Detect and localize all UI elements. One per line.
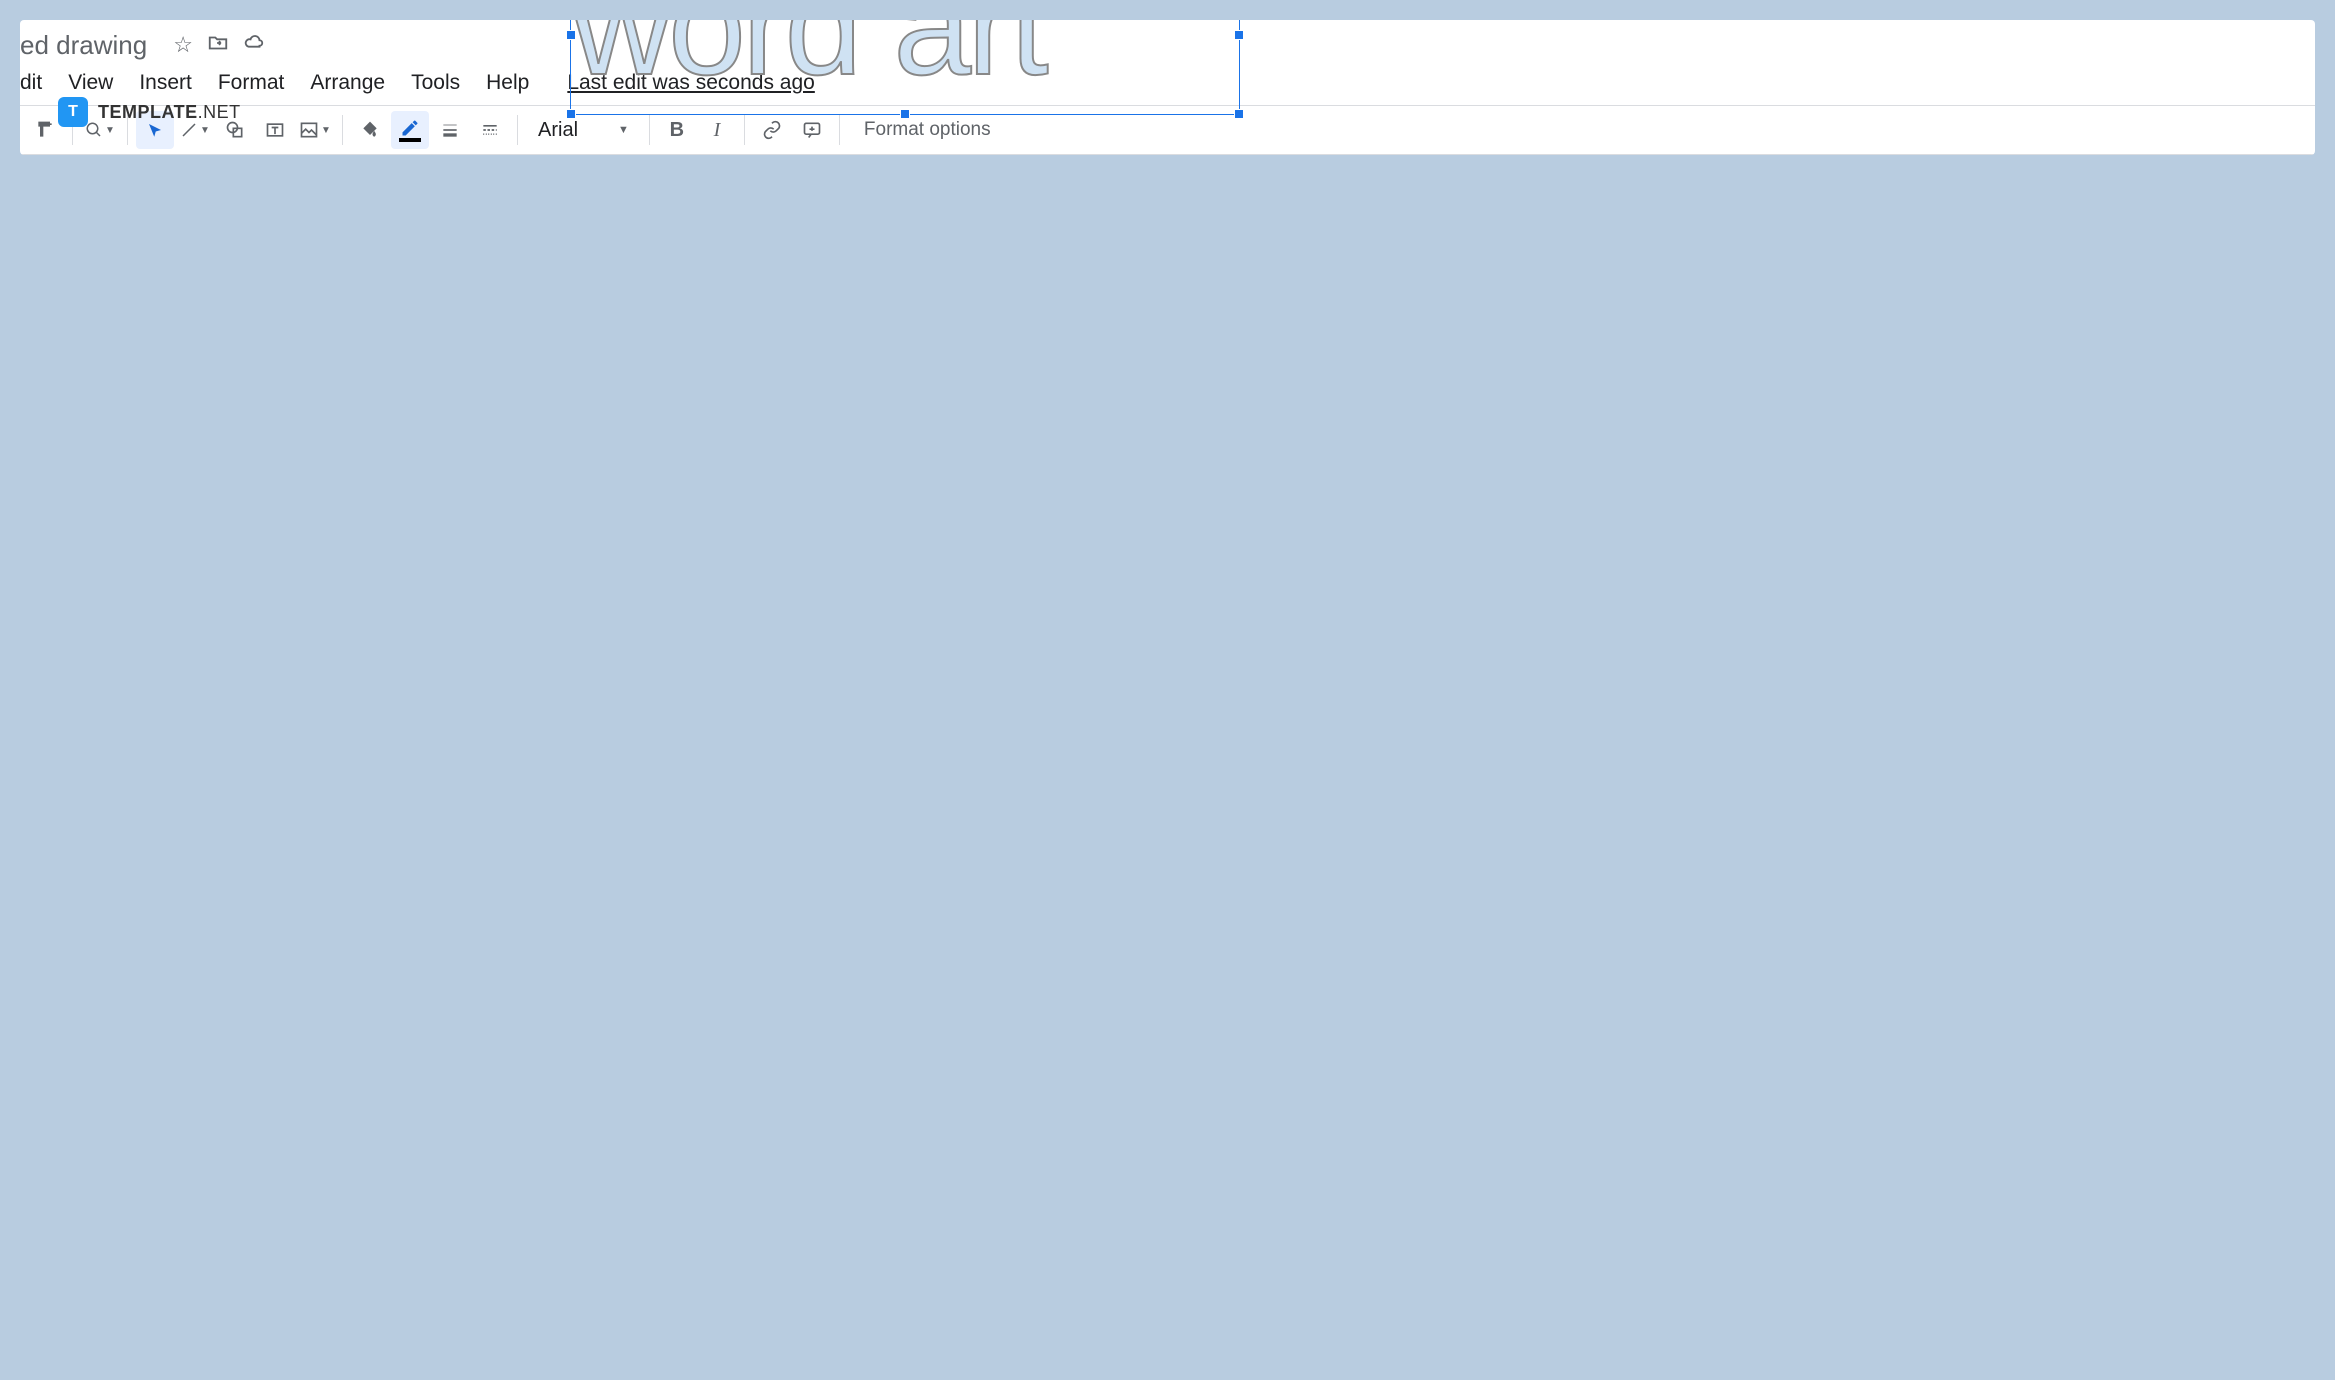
border-dash-button[interactable] bbox=[471, 111, 509, 149]
resize-handle[interactable] bbox=[1234, 109, 1244, 119]
wordart-selection[interactable]: word art bbox=[570, 20, 1240, 115]
resize-handle[interactable] bbox=[900, 109, 910, 119]
toolbar-sep bbox=[839, 115, 840, 145]
menu-tools[interactable]: Tools bbox=[411, 71, 460, 95]
toolbar-sep bbox=[744, 115, 745, 145]
watermark: T TEMPLATE.NET bbox=[58, 97, 241, 127]
image-tool[interactable]: ▼ bbox=[296, 111, 334, 149]
watermark-text: TEMPLATE.NET bbox=[98, 102, 241, 123]
menu-arrange[interactable]: Arrange bbox=[310, 71, 385, 95]
link-button[interactable] bbox=[753, 111, 791, 149]
font-select[interactable]: Arial▼ bbox=[526, 119, 641, 142]
cloud-icon[interactable] bbox=[243, 32, 265, 60]
border-weight-button[interactable] bbox=[431, 111, 469, 149]
watermark-icon: T bbox=[58, 97, 88, 127]
toolbar-sep bbox=[517, 115, 518, 145]
textbox-tool[interactable] bbox=[256, 111, 294, 149]
border-color-button[interactable] bbox=[391, 111, 429, 149]
menu-edit[interactable]: dit bbox=[20, 71, 42, 95]
menu-insert[interactable]: Insert bbox=[139, 71, 192, 95]
title-icons: ☆ bbox=[173, 32, 265, 60]
menu-help[interactable]: Help bbox=[486, 71, 529, 95]
doc-title[interactable]: ed drawing bbox=[20, 30, 147, 61]
italic-button[interactable]: I bbox=[698, 111, 736, 149]
bold-button[interactable]: B bbox=[658, 111, 696, 149]
menu-view[interactable]: View bbox=[68, 71, 113, 95]
app-window: ed drawing ☆ dit View Insert Format Arra… bbox=[20, 20, 2315, 155]
resize-handle[interactable] bbox=[566, 109, 576, 119]
comment-button[interactable] bbox=[793, 111, 831, 149]
toolbar-sep bbox=[342, 115, 343, 145]
toolbar-sep bbox=[649, 115, 650, 145]
format-options-button[interactable]: Format options bbox=[848, 119, 1007, 141]
resize-handle[interactable] bbox=[1234, 30, 1244, 40]
fill-color-button[interactable] bbox=[351, 111, 389, 149]
star-icon[interactable]: ☆ bbox=[173, 32, 193, 60]
wordart-text: word art bbox=[571, 20, 1239, 96]
move-folder-icon[interactable] bbox=[207, 32, 229, 60]
menu-format[interactable]: Format bbox=[218, 71, 285, 95]
resize-handle[interactable] bbox=[566, 30, 576, 40]
